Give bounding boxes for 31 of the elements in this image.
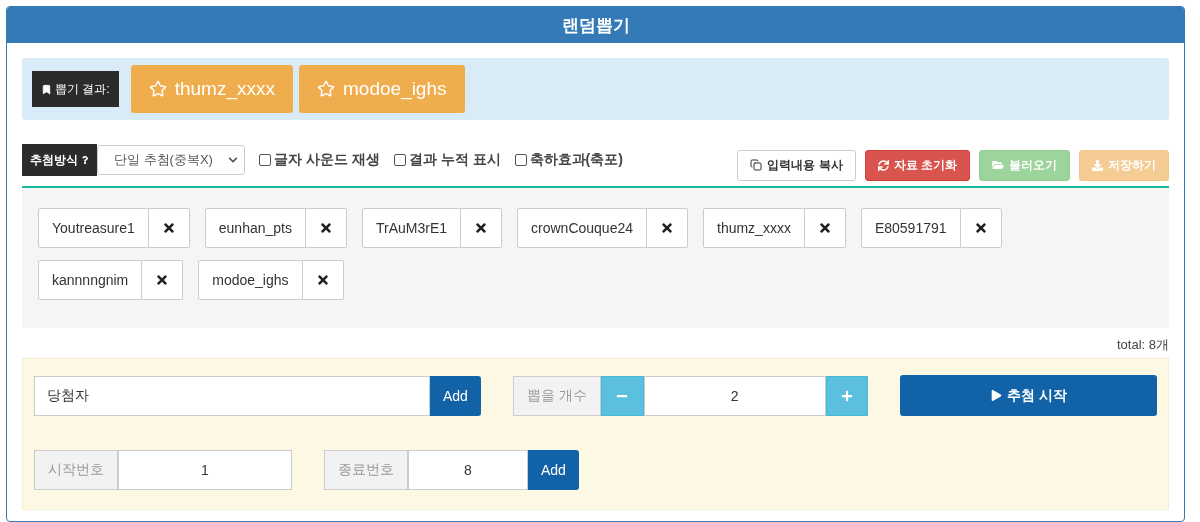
count-field[interactable]: 2 bbox=[643, 375, 826, 416]
total-count: total: 8개 bbox=[1115, 336, 1169, 354]
entry-tag: modoe_ighs bbox=[198, 260, 303, 300]
add-button[interactable]: Add bbox=[429, 375, 481, 416]
reset-button[interactable]: 자료 초기화 bbox=[864, 149, 970, 181]
range-add-button[interactable]: Add bbox=[528, 450, 579, 490]
start-number-field[interactable]: 1 bbox=[118, 450, 292, 490]
winner-name: thumz_xxxx bbox=[174, 78, 275, 100]
entry-tag: kannnngnim bbox=[38, 260, 143, 300]
count-label: 뽑을 개수 bbox=[512, 375, 601, 416]
end-number-field[interactable]: 8 bbox=[408, 450, 528, 490]
start-number-label: 시작번호 bbox=[34, 450, 118, 490]
panel-title: 랜덤뽑기 bbox=[7, 7, 1184, 43]
entry-tag: Youtreasure1 bbox=[38, 208, 149, 248]
copy-button[interactable]: 입력내용 복사 bbox=[737, 149, 856, 181]
winner-name: modoe_ighs bbox=[343, 78, 447, 100]
checkbox-label: 글자 사운드 재생 bbox=[274, 151, 380, 169]
entry-tag: E80591791 bbox=[860, 208, 961, 248]
entry-tag: eunhan_pts bbox=[204, 208, 306, 248]
entry-tag: crownCouque24 bbox=[517, 208, 647, 248]
checkbox-label: 축하효과(축포) bbox=[529, 151, 623, 169]
entry-tag: thumz_xxxx bbox=[703, 208, 805, 248]
result-label-text: 뽑기 결과: bbox=[55, 80, 110, 98]
start-button[interactable]: 추첨 시작 bbox=[900, 375, 1157, 416]
method-label-text: 추첨방식 bbox=[30, 151, 78, 169]
method-select[interactable]: 단일 추첨(중복X) bbox=[97, 145, 245, 175]
entry-tag: TrAuM3rE1 bbox=[361, 208, 462, 248]
select-value: 단일 추첨(중복X) bbox=[114, 151, 213, 169]
end-number-label: 종료번호 bbox=[324, 450, 408, 490]
checkbox-label: 결과 누적 표시 bbox=[408, 151, 501, 169]
name-input-field[interactable]: 당첨자 bbox=[34, 375, 430, 416]
